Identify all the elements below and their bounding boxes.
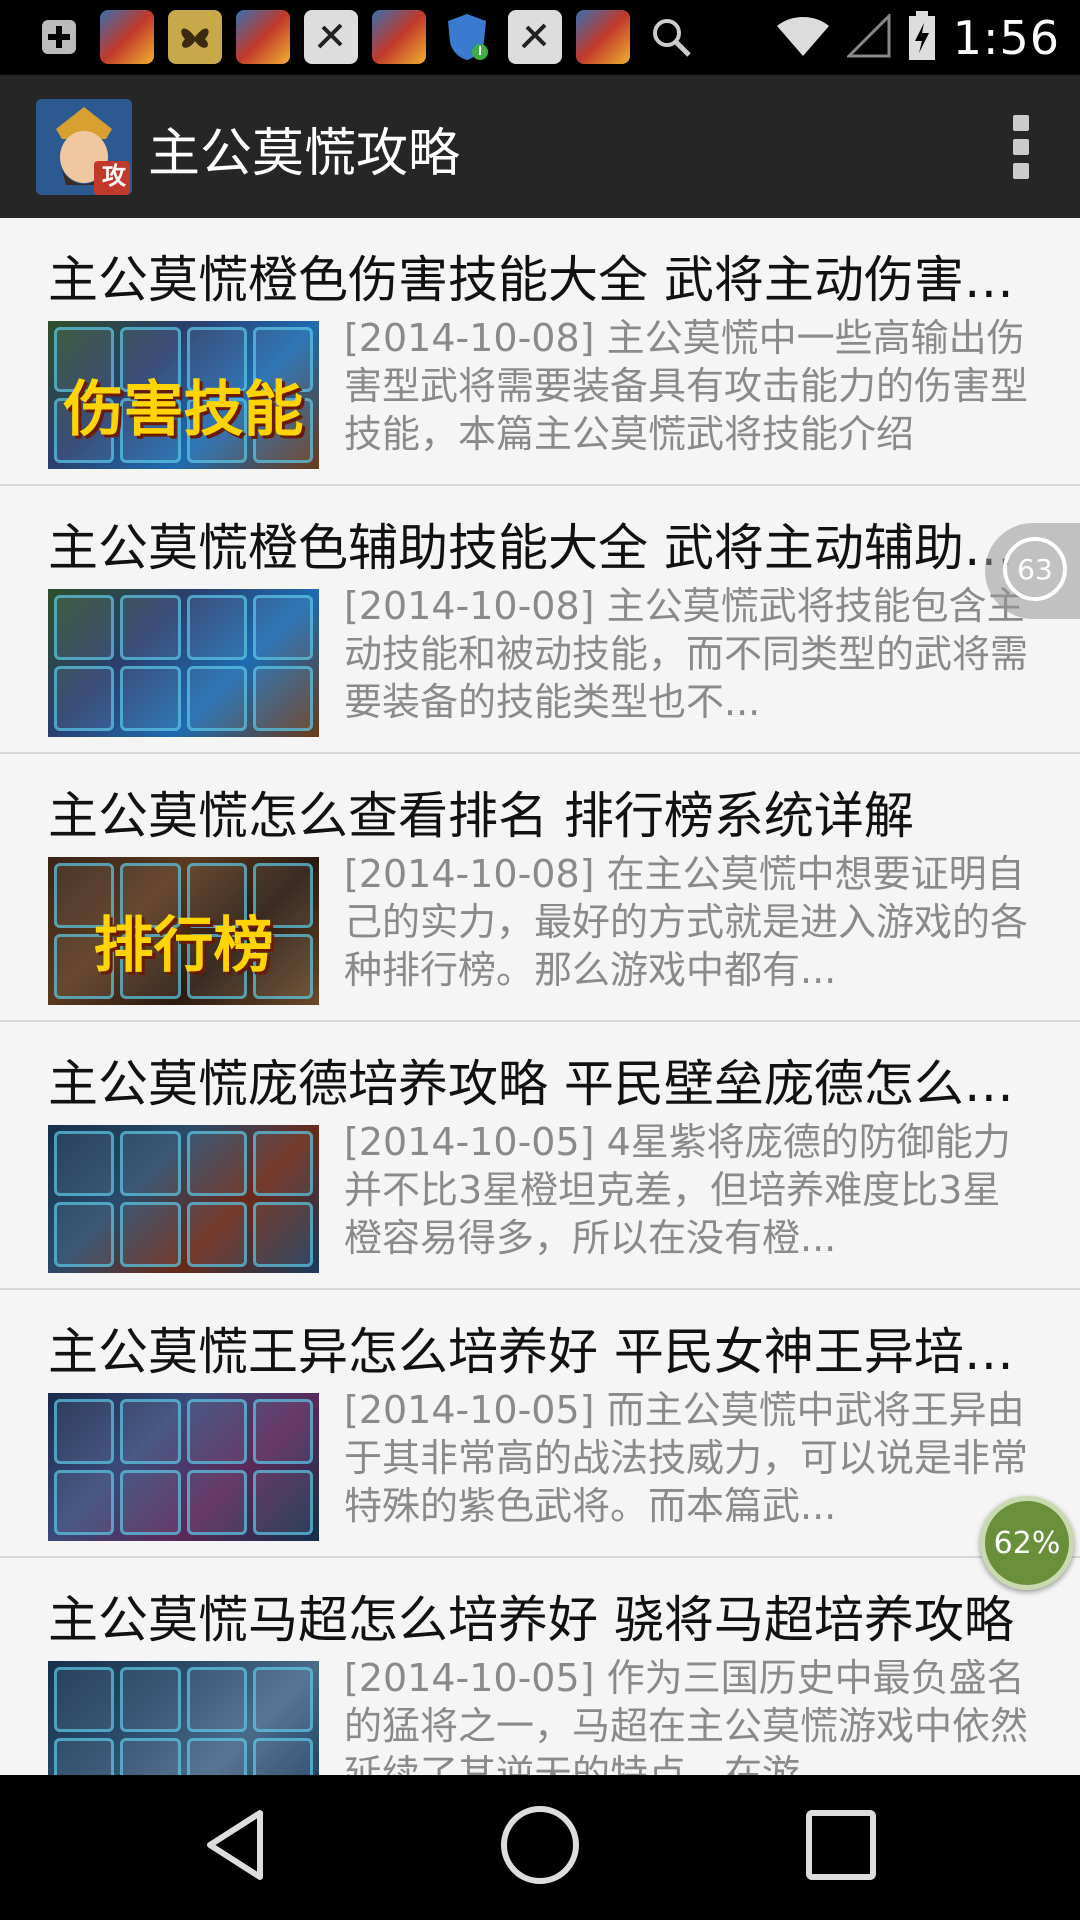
navigation-bar [0,1775,1080,1920]
article-summary: [2014-10-05] 而主公莫慌中武将王异由于其非常高的战法技威力，可以说是… [344,1388,1029,1528]
article-title: 主公莫慌橙色辅助技能大全 武将主动辅助技能介绍 [48,519,1018,577]
article-title: 主公莫慌怎么查看排名 排行榜系统详解 [48,787,914,845]
game-avatar-icon [372,10,426,64]
shield-security-icon [440,10,494,64]
overflow-menu-button[interactable] [1006,115,1036,179]
article-thumbnail: 排行榜 [48,857,319,1005]
article-list-item[interactable]: 主公莫慌橙色伤害技能大全 武将主动伤害技能介绍伤害技能 [2014-10-08] … [0,218,1080,486]
thumbnail-caption: 伤害技能 [63,375,304,445]
home-button[interactable] [485,1795,595,1895]
muted-app-icon [304,10,358,64]
article-summary: [2014-10-05] 4星紫将庞德的防御能力并不比3星橙坦克差，但培养难度比… [344,1120,1011,1260]
article-list[interactable]: 主公莫慌橙色伤害技能大全 武将主动伤害技能介绍伤害技能 [2014-10-08] … [0,218,1080,1775]
battery-charging-icon [907,10,937,65]
butterfly-app-icon [168,10,222,64]
counter-ring: 63 [1003,537,1067,601]
article-title: 主公莫慌庞德培养攻略 平民壁垒庞德怎么培养 [48,1055,1018,1113]
article-list-item[interactable]: 主公莫慌庞德培养攻略 平民壁垒庞德怎么培养 [2014-10-05] 4星紫将庞德… [0,1022,1080,1290]
plus-box-icon [32,10,86,64]
back-triangle-icon [207,1810,263,1880]
search-icon [644,10,698,64]
article-summary: [2014-10-08] 主公莫慌中一些高输出伤害型武将需要装备具有攻击能力的伤… [344,316,1029,456]
muted-app-icon [508,10,562,64]
recents-square-icon [806,1810,876,1880]
article-list-item[interactable]: 主公莫慌橙色辅助技能大全 武将主动辅助技能介绍 [2014-10-08] 主公莫慌… [0,486,1080,754]
status-bar: 1:56 [0,0,1080,75]
overflow-dot-icon [1013,163,1029,179]
article-thumbnail [48,1393,319,1541]
app-bar: 攻 主公莫慌攻略 [0,75,1080,218]
home-circle-icon [501,1806,579,1884]
floating-progress-badge[interactable]: 62% [980,1496,1074,1590]
notification-icons [32,10,698,64]
article-thumbnail [48,589,319,737]
article-thumbnail [48,1125,319,1273]
overflow-dot-icon [1013,139,1029,155]
overflow-dot-icon [1013,115,1029,131]
article-list-item[interactable]: 主公莫慌怎么查看排名 排行榜系统详解排行榜 [2014-10-08] 在主公莫慌中… [0,754,1080,1022]
article-thumbnail: 伤害技能 [48,321,319,469]
recents-button[interactable] [786,1795,896,1895]
logo-badge-text: 攻 [102,162,126,190]
app-logo[interactable]: 攻 [36,99,132,195]
article-summary: [2014-10-08] 在主公莫慌中想要证明自己的实力，最好的方式就是进入游戏… [344,852,1029,992]
game-avatar-icon [100,10,154,64]
article-list-item[interactable]: 主公莫慌马超怎么培养好 骁将马超培养攻略 [2014-10-05] 作为三国历史中… [0,1558,1080,1775]
thumbnail-caption: 排行榜 [93,911,274,981]
article-summary: [2014-10-05] 作为三国历史中最负盛名的猛将之一，马超在主公莫慌游戏中… [344,1656,1029,1775]
clock: 1:56 [952,10,1060,65]
page-title: 主公莫慌攻略 [148,124,461,184]
article-title: 主公莫慌王异怎么培养好 平民女神王异培养攻略 [48,1323,1018,1381]
article-summary: [2014-10-08] 主公莫慌武将技能包含主动技能和被动技能，而不同类型的武… [344,584,1029,724]
article-title: 主公莫慌橙色伤害技能大全 武将主动伤害技能介绍 [48,251,1018,309]
wifi-icon [775,14,831,62]
floating-counter-badge[interactable]: 63 [985,523,1080,619]
game-avatar-icon [236,10,290,64]
cell-signal-icon [845,11,891,62]
back-button[interactable] [183,1795,293,1895]
article-thumbnail [48,1661,319,1775]
game-avatar-icon [576,10,630,64]
article-title: 主公莫慌马超怎么培养好 骁将马超培养攻略 [48,1591,1014,1649]
article-list-item[interactable]: 主公莫慌王异怎么培养好 平民女神王异培养攻略 [2014-10-05] 而主公莫慌… [0,1290,1080,1558]
